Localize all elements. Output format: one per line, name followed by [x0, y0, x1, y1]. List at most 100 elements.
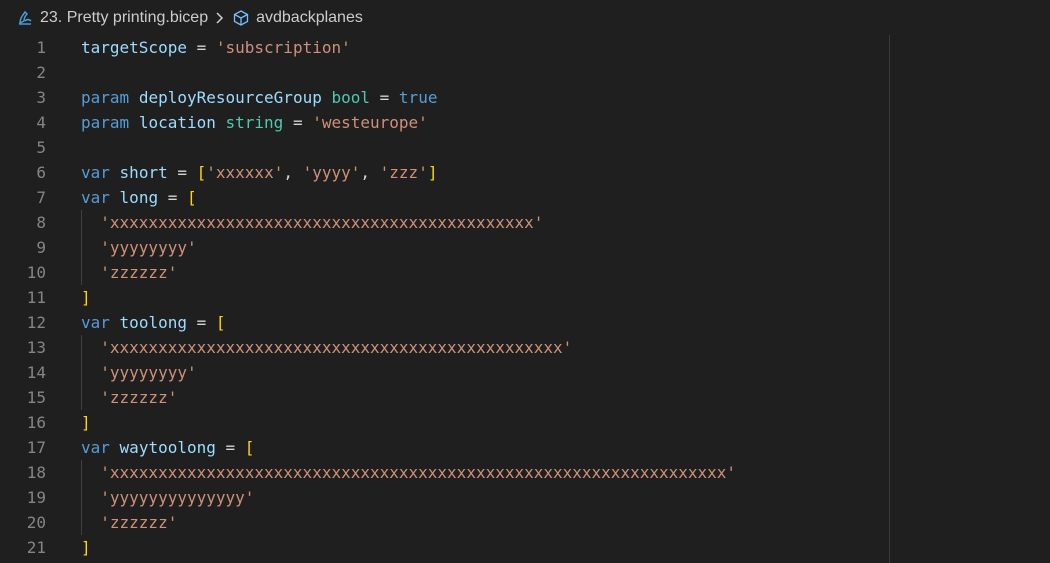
line-number[interactable]: 19 [0, 485, 46, 510]
line-number[interactable]: 10 [0, 260, 46, 285]
code-token: 'westeurope' [312, 113, 428, 132]
line-number[interactable]: 12 [0, 310, 46, 335]
breadcrumb-file-label: 23. Pretty printing.bicep [40, 9, 209, 26]
code-area[interactable]: 1 targetScope = 'subscription' 2 3 param dep… [0, 35, 1050, 563]
code-line[interactable]: 8 'xxxxxxxxxxxxxxxxxxxxxxxxxxxxxxxxxxxxx… [0, 210, 1050, 235]
code-token: = [186, 38, 216, 57]
code-token: targetScope [81, 38, 187, 57]
code-line[interactable]: 13 'xxxxxxxxxxxxxxxxxxxxxxxxxxxxxxxxxxxx… [0, 335, 1050, 360]
line-number[interactable]: 3 [0, 85, 46, 110]
code-token: waytoolong [119, 438, 216, 457]
code-token: [ [196, 163, 207, 182]
code-token: ] [427, 163, 438, 182]
code-token: string [225, 113, 284, 132]
code-token: deployResourceGroup [138, 88, 322, 107]
code-line[interactable]: 14 'yyyyyyyy' [0, 360, 1050, 385]
code-token: = [167, 163, 197, 182]
code-line[interactable]: 21] [0, 535, 1050, 560]
code-text: 'xxxxxxxxxxxxxxxxxxxxxxxxxxxxxxxxxxxxxxx… [81, 335, 572, 360]
code-line[interactable]: 18 'xxxxxxxxxxxxxxxxxxxxxxxxxxxxxxxxxxxx… [0, 460, 1050, 485]
breadcrumb-symbol[interactable]: avdbackplanes [232, 9, 363, 27]
line-number[interactable]: 16 [0, 410, 46, 435]
line-number[interactable]: 14 [0, 360, 46, 385]
code-line[interactable]: 12 var toolong = [ [0, 310, 1050, 335]
line-number[interactable]: 18 [0, 460, 46, 485]
code-token: [ [244, 438, 255, 457]
code-line[interactable]: 20 'zzzzzz' [0, 510, 1050, 535]
code-text: var long = [ [81, 185, 197, 210]
code-token: 'yyyy' [302, 163, 361, 182]
indent-guide [81, 460, 82, 535]
line-number[interactable]: 6 [0, 160, 46, 185]
code-editor[interactable]: 23. Pretty printing.bicep avdbackplanes … [0, 0, 1050, 563]
line-number[interactable]: 2 [0, 60, 46, 85]
code-line[interactable]: 7 var long = [ [0, 185, 1050, 210]
code-token: 'yyyyyyyyyyyyyy' [100, 488, 255, 507]
line-number[interactable]: 8 [0, 210, 46, 235]
code-token: var [81, 438, 110, 457]
code-text: 'xxxxxxxxxxxxxxxxxxxxxxxxxxxxxxxxxxxxxxx… [81, 210, 543, 235]
code-token: 'subscription' [215, 38, 351, 57]
code-text: 'yyyyyyyyyyyyyy' [81, 485, 254, 510]
indent-guide [81, 335, 82, 410]
line-number[interactable]: 5 [0, 135, 46, 160]
line-number[interactable]: 9 [0, 235, 46, 260]
code-token: bool [331, 88, 371, 107]
code-line[interactable]: 10 'zzzzzz' [0, 260, 1050, 285]
code-token: 'yyyyyyyy' [100, 238, 197, 257]
line-number[interactable]: 21 [0, 535, 46, 560]
code-line[interactable]: 1 targetScope = 'subscription' [0, 35, 1050, 60]
code-token: = [158, 188, 187, 207]
code-text: 'zzzzzz' [81, 260, 177, 285]
code-line[interactable]: 19 'yyyyyyyyyyyyyy' [0, 485, 1050, 510]
code-text: var waytoolong = [ [81, 435, 254, 460]
code-token: param [81, 88, 130, 107]
code-line[interactable]: 11] [0, 285, 1050, 310]
line-number[interactable]: 4 [0, 110, 46, 135]
code-token: = [186, 313, 216, 332]
code-token: var [81, 163, 110, 182]
line-number[interactable]: 20 [0, 510, 46, 535]
code-line[interactable]: 2 [0, 60, 1050, 85]
code-line[interactable]: 6 var short = ['xxxxxx', 'yyyy', 'zzz'] [0, 160, 1050, 185]
line-number[interactable]: 17 [0, 435, 46, 460]
code-token: 'zzz' [379, 163, 428, 182]
code-token: 'xxxxxxxxxxxxxxxxxxxxxxxxxxxxxxxxxxxxxxx… [100, 213, 544, 232]
line-number[interactable]: 7 [0, 185, 46, 210]
code-line[interactable]: 4 param location string = 'westeurope' [0, 110, 1050, 135]
code-token: 'xxxxxxxxxxxxxxxxxxxxxxxxxxxxxxxxxxxxxxx… [100, 338, 573, 357]
module-cube-icon [232, 9, 250, 27]
breadcrumb-file[interactable]: 23. Pretty printing.bicep [16, 9, 208, 27]
code-line[interactable]: 5 [0, 135, 1050, 160]
editor-ruler [889, 35, 890, 563]
code-token: toolong [119, 313, 187, 332]
chevron-right-icon [214, 11, 226, 25]
line-number[interactable]: 15 [0, 385, 46, 410]
line-number[interactable]: 11 [0, 285, 46, 310]
code-token: true [398, 88, 438, 107]
code-token: short [119, 163, 168, 182]
line-number[interactable]: 1 [0, 35, 46, 60]
code-text: targetScope = 'subscription' [81, 35, 351, 60]
code-line[interactable]: 17 var waytoolong = [ [0, 435, 1050, 460]
line-number[interactable]: 13 [0, 335, 46, 360]
code-line[interactable]: 3 param deployResourceGroup bool = true [0, 85, 1050, 110]
code-text: param deployResourceGroup bool = true [81, 85, 437, 110]
code-line[interactable]: 16] [0, 410, 1050, 435]
code-line[interactable]: 9 'yyyyyyyy' [0, 235, 1050, 260]
code-line[interactable]: 15 'zzzzzz' [0, 385, 1050, 410]
code-token: = [370, 88, 399, 107]
code-text: var short = ['xxxxxx', 'yyyy', 'zzz'] [81, 160, 437, 185]
breadcrumb-symbol-label: avdbackplanes [256, 9, 363, 26]
code-text: 'xxxxxxxxxxxxxxxxxxxxxxxxxxxxxxxxxxxxxxx… [81, 460, 736, 485]
indent-guide [81, 210, 82, 285]
